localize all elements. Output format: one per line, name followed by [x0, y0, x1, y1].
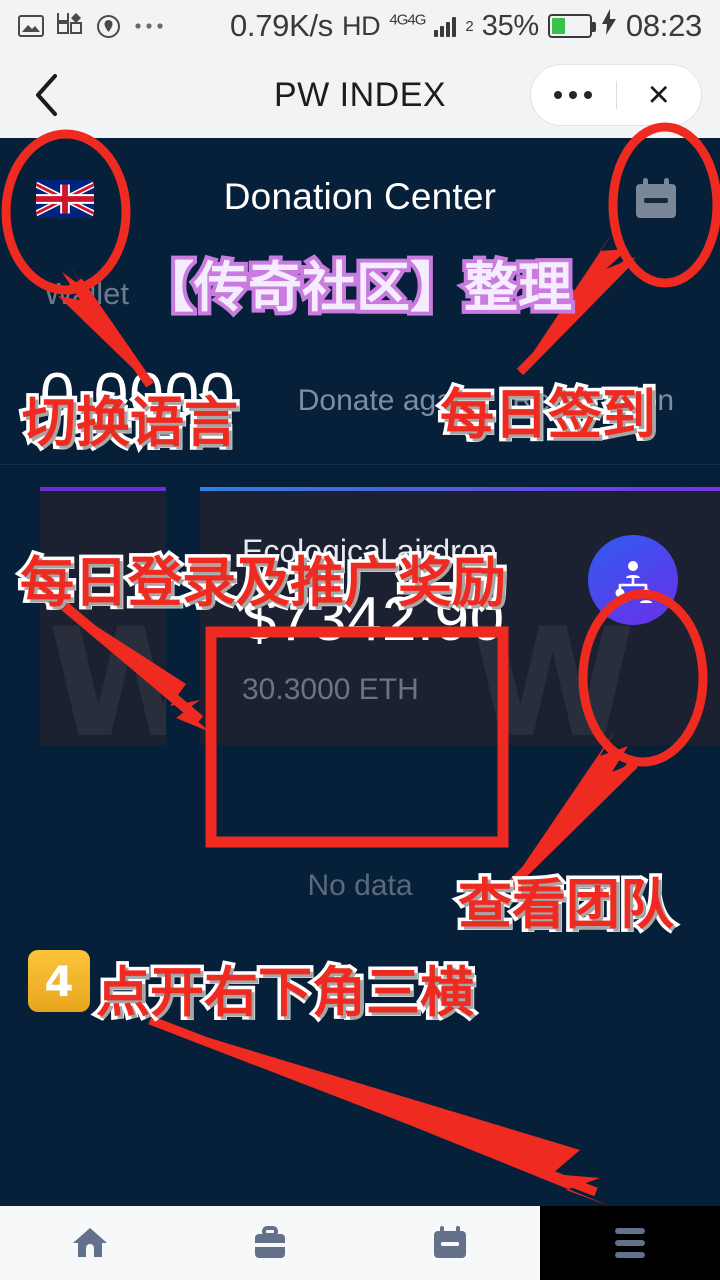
briefcase-icon	[255, 1226, 285, 1258]
donate-again-button[interactable]: Donate again	[298, 384, 476, 418]
app-page-title: Donation Center	[223, 176, 497, 217]
wallet-amount: 0.0000	[40, 361, 236, 430]
calendar-icon	[636, 178, 676, 218]
image-icon	[18, 15, 44, 37]
app-content: Donation Center Wallet 0.0000 Donate aga…	[0, 138, 720, 1206]
status-bar-left-icons	[18, 13, 164, 39]
signal-bars-icon	[434, 15, 457, 37]
cards-row: W W Ecological airdrop $7342.90 30.3000 …	[0, 465, 720, 745]
wallet-section: Wallet 0.0000 Donate again Redemption	[0, 264, 720, 464]
battery-percent: 35%	[481, 9, 539, 42]
clock: 08:23	[625, 8, 702, 43]
charging-bolt-icon	[601, 9, 617, 43]
card-left[interactable]: W	[40, 487, 166, 745]
chevron-left-icon	[36, 74, 57, 116]
wallet-label: Wallet	[44, 276, 129, 311]
empty-state-label: No data	[307, 869, 413, 902]
battery-icon	[547, 14, 596, 38]
calendar-icon	[434, 1226, 466, 1258]
watermark-logo: W	[48, 609, 166, 745]
more-icon	[134, 22, 164, 30]
card-subamount: 30.3000 ETH	[242, 673, 419, 706]
app-header: Donation Center	[0, 138, 720, 264]
hamburger-menu-icon	[615, 1228, 645, 1258]
team-network-icon	[614, 561, 652, 603]
network-type-icon: 4G4G	[389, 10, 426, 43]
hd-indicator: HD	[341, 10, 381, 41]
nav-bar: PW INDEX ×	[0, 52, 720, 138]
tab-home[interactable]	[0, 1206, 180, 1280]
apps-icon	[57, 13, 83, 39]
bottom-tab-bar	[0, 1206, 720, 1280]
location-icon	[96, 14, 121, 39]
page-title: PW INDEX	[273, 75, 447, 114]
signal-sub-label: 2	[465, 17, 473, 35]
wallet-actions: Donate again Redemption	[298, 384, 674, 418]
more-dots-icon[interactable]	[531, 91, 616, 99]
network-type-1: 4G	[389, 10, 408, 28]
back-button[interactable]	[22, 71, 70, 119]
status-bar-right: 0.79K/s HD 4G4G 2 35% 08:23	[230, 8, 702, 44]
tab-checkin[interactable]	[360, 1206, 540, 1280]
status-bar: 0.79K/s HD 4G4G 2 35% 08:23	[0, 0, 720, 52]
ecological-airdrop-card[interactable]: W Ecological airdrop $7342.90 30.3000 ET…	[200, 487, 720, 745]
daily-checkin-button[interactable]	[632, 178, 680, 222]
home-icon	[73, 1228, 107, 1257]
window-controls-capsule: ×	[530, 64, 702, 126]
network-speed: 0.79K/s	[229, 8, 333, 43]
view-team-button[interactable]	[588, 535, 678, 625]
network-type-2: 4G	[407, 10, 426, 28]
redemption-button[interactable]: Redemption	[512, 384, 674, 418]
close-icon[interactable]: ×	[617, 76, 702, 114]
phone-screen: 0.79K/s HD 4G4G 2 35% 08:23 PW INDEX × D…	[0, 0, 720, 1280]
tab-assets[interactable]	[180, 1206, 360, 1280]
tab-menu[interactable]	[540, 1206, 720, 1280]
